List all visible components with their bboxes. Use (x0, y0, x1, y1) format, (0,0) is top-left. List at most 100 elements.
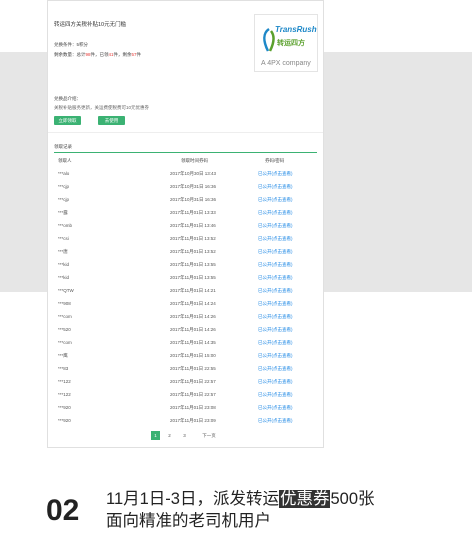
table-row: ***kid 2017年11月01日 13:55 已公开(点击查看) (48, 275, 323, 288)
page-1-button[interactable]: 1 (151, 431, 160, 440)
row-status-link[interactable]: 已公开(点击查看) (258, 223, 293, 229)
table-row: ***122 2017年11月01日 22:57 已公开(点击查看) (48, 379, 323, 392)
qty-label: 剩余数量：总计 (54, 52, 86, 57)
row-time: 2017年11月01日 23:09 (170, 418, 216, 423)
table-row: ***QTW 2017年11月01日 14:21 已公开(点击查看) (48, 288, 323, 301)
step-number: 02 (46, 494, 80, 527)
row-time: 2017年11月01日 13:52 (170, 236, 216, 241)
row-user: ***com (58, 314, 72, 319)
brand-logo: TransRush 转运四方 A 4PX company (254, 14, 318, 72)
row-time: 2017年11月01日 13:46 (170, 223, 216, 228)
desc-before: 11月1日-3日，派发转运 (106, 490, 279, 508)
row-user: ***唐 (58, 249, 68, 254)
row-user: ***520 (58, 327, 71, 332)
row-status-link[interactable]: 已公开(点击查看) (258, 262, 293, 268)
row-status-link[interactable]: 已公开(点击查看) (258, 171, 293, 177)
col-header-code: 券码/密码 (265, 158, 285, 163)
row-user: ***cjp (58, 197, 70, 202)
row-user: ***920 (58, 418, 71, 423)
step-description-line1: 11月1日-3日，派发转运优惠券500张 (106, 489, 375, 509)
section-divider (48, 132, 323, 133)
row-time: 2017年10月30日 13:43 (170, 171, 217, 176)
row-time: 2017年11月01日 14:24 (170, 301, 216, 306)
qty-end: 件 (136, 52, 142, 57)
table-row: ***com 2017年11月01日 14:35 已公开(点击查看) (48, 340, 323, 353)
records-heading: 领取记录 (54, 144, 72, 149)
row-status-link[interactable]: 已公开(点击查看) (258, 197, 293, 203)
row-time: 2017年10月31日 16:36 (170, 197, 217, 202)
row-status-link[interactable]: 已公开(点击查看) (258, 249, 293, 255)
qty-mid2: 件，剩余 (113, 52, 132, 57)
table-row: ***920 2017年11月01日 23:09 已公开(点击查看) (48, 418, 323, 431)
row-user: ***kid (58, 275, 70, 280)
row-time: 2017年11月01日 22:55 (170, 366, 216, 371)
table-row: ***唐 2017年11月01日 13:52 已公开(点击查看) (48, 249, 323, 262)
row-user: ***alo (58, 171, 70, 176)
row-time: 2017年11月01日 13:52 (170, 249, 216, 254)
page-3-button[interactable]: 3 (180, 431, 189, 440)
coupon-title: 转运四方关税补贴10元无门槛 (54, 22, 127, 28)
logo-chinese: 转运四方 (277, 40, 305, 47)
row-status-link[interactable]: 已公开(点击查看) (258, 327, 293, 333)
col-header-user: 领取人 (58, 158, 72, 163)
row-time: 2017年11月01日 14:35 (170, 340, 216, 345)
row-user: ***com (58, 340, 72, 345)
row-user: ***cjp (58, 184, 70, 189)
table-row: ***cjp 2017年10月31日 16:36 已公开(点击查看) (48, 184, 323, 197)
row-status-link[interactable]: 已公开(点击查看) (258, 379, 293, 385)
row-status-link[interactable]: 已公开(点击查看) (258, 210, 293, 216)
step-description-line2: 面向精准的老司机用户 (106, 512, 271, 530)
table-row: ***alo 2017年10月30日 13:43 已公开(点击查看) (48, 171, 323, 184)
table-row: ***csi 2017年11月01日 13:52 已公开(点击查看) (48, 236, 323, 249)
row-status-link[interactable]: 已公开(点击查看) (258, 353, 293, 359)
row-time: 2017年11月01日 14:26 (170, 314, 216, 319)
row-time: 2017年11月01日 14:21 (170, 288, 216, 293)
row-user: ***omb (58, 223, 73, 228)
table-row: ***omb 2017年11月01日 13:46 已公开(点击查看) (48, 223, 323, 236)
records-underline (54, 152, 317, 153)
row-status-link[interactable]: 已公开(点击查看) (258, 275, 293, 281)
table-row: ***kid 2017年11月01日 13:55 已公开(点击查看) (48, 262, 323, 275)
next-page-button[interactable]: 下一页 (197, 431, 221, 440)
table-row: ***鹰 2017年11月01日 15:00 已公开(点击查看) (48, 353, 323, 366)
go-use-button[interactable]: 去使用 (98, 116, 125, 125)
table-row: ***露 2017年11月01日 13:33 已公开(点击查看) (48, 210, 323, 223)
table-row: ***cjp 2017年10月31日 16:36 已公开(点击查看) (48, 197, 323, 210)
row-user: ***908 (58, 301, 71, 306)
page-2-button[interactable]: 2 (165, 431, 174, 440)
row-status-link[interactable]: 已公开(点击查看) (258, 288, 293, 294)
row-status-link[interactable]: 已公开(点击查看) (258, 392, 293, 398)
row-time: 2017年10月31日 16:36 (170, 184, 217, 189)
intro-text: 关税补贴服务更新，关运费使税费可10元优惠券 (54, 105, 150, 110)
coupon-detail-card: 转运四方关税补贴10元无门槛 兑换条件：5积分 剩余数量：总计98件，已领41件… (47, 0, 324, 448)
row-time: 2017年11月01日 14:26 (170, 327, 216, 332)
row-user: ***csi (58, 236, 69, 241)
row-status-link[interactable]: 已公开(点击查看) (258, 418, 293, 424)
row-status-link[interactable]: 已公开(点击查看) (258, 301, 293, 307)
row-time: 2017年11月01日 13:55 (170, 262, 216, 267)
row-status-link[interactable]: 已公开(点击查看) (258, 405, 293, 411)
row-user: ***920 (58, 405, 71, 410)
row-user: ***122 (58, 392, 71, 397)
row-status-link[interactable]: 已公开(点击查看) (258, 236, 293, 242)
desc-highlight: 优惠券 (278, 490, 331, 508)
row-time: 2017年11月01日 13:33 (170, 210, 216, 215)
row-status-link[interactable]: 已公开(点击查看) (258, 314, 293, 320)
row-user: ***122 (58, 379, 71, 384)
qty-mid: 件，已领 (90, 52, 109, 57)
row-user: ***83 (58, 366, 69, 371)
row-status-link[interactable]: 已公开(点击查看) (258, 184, 293, 190)
logo-subtitle: A 4PX company (261, 60, 311, 67)
table-row: ***520 2017年11月01日 14:26 已公开(点击查看) (48, 327, 323, 340)
table-row: ***920 2017年11月01日 23:08 已公开(点击查看) (48, 405, 323, 418)
row-user: ***鹰 (58, 353, 68, 358)
redeem-condition: 兑换条件：5积分 (54, 42, 89, 47)
get-now-button[interactable]: 立即领取 (54, 116, 81, 125)
remaining-quantity: 剩余数量：总计98件，已领41件，剩余57件 (54, 52, 141, 58)
row-time: 2017年11月01日 23:08 (170, 405, 216, 410)
intro-heading: 兑换品介绍： (54, 96, 81, 101)
row-status-link[interactable]: 已公开(点击查看) (258, 340, 293, 346)
table-row: ***com 2017年11月01日 14:26 已公开(点击查看) (48, 314, 323, 327)
row-user: ***kid (58, 262, 70, 267)
row-status-link[interactable]: 已公开(点击查看) (258, 366, 293, 372)
